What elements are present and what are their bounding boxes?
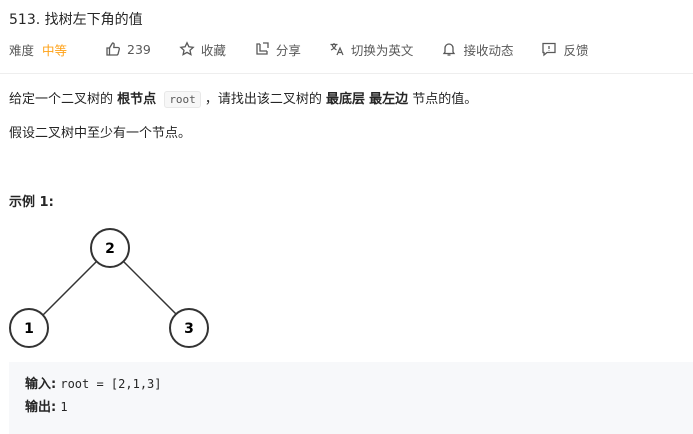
switch-language-button[interactable]: 切换为英文: [329, 40, 414, 59]
desc-bold-root-node: 根节点: [117, 92, 157, 107]
example-output-line: 输出: 1: [25, 400, 68, 415]
feedback-button[interactable]: 反馈: [541, 40, 588, 59]
star-icon: [179, 41, 195, 57]
notify-label: 接收动态: [463, 42, 514, 58]
switch-language-label: 切换为英文: [350, 42, 414, 58]
output-value: 1: [60, 400, 68, 414]
desc-text: 节点的值。: [412, 92, 478, 107]
thumbs-up-icon: [105, 41, 121, 57]
like-button[interactable]: 239: [105, 41, 151, 57]
difficulty-label: 难度: [9, 42, 35, 58]
desc-bold-bottom-level: 最底层: [325, 92, 365, 107]
feedback-label: 反馈: [563, 42, 589, 58]
share-label: 分享: [275, 42, 301, 58]
translate-icon: [329, 41, 345, 57]
desc-text: 给定一个二叉树的: [9, 92, 114, 107]
inline-code-root: root: [164, 91, 201, 108]
bell-icon: [441, 41, 457, 57]
binary-tree-diagram: 2 1 3: [9, 228, 209, 348]
meta-divider: [0, 73, 693, 74]
desc-bold-leftmost: 最左边: [369, 92, 409, 107]
tree-edge: [123, 261, 178, 316]
input-value: root = [2,1,3]: [60, 377, 162, 391]
output-label: 输出: [25, 400, 52, 415]
example-title: 示例 1:: [9, 195, 54, 210]
share-icon: [254, 41, 270, 57]
share-button[interactable]: 分享: [254, 40, 301, 59]
description-paragraph-2: 假设二叉树中至少有一个节点。: [9, 126, 192, 141]
difficulty-value: 中等: [42, 42, 68, 58]
favorite-button[interactable]: 收藏: [179, 40, 226, 59]
problem-meta-bar: 难度 中等 239 收藏 分享 切换为英文 接收动态 反馈: [9, 40, 588, 58]
favorite-label: 收藏: [200, 42, 226, 58]
problem-title: 513. 找树左下角的值: [9, 12, 143, 28]
tree-node-label: 1: [24, 321, 34, 337]
feedback-icon: [541, 41, 557, 57]
like-count: 239: [127, 41, 151, 57]
input-label: 输入: [25, 377, 52, 392]
tree-edge: [42, 261, 97, 316]
tree-node-label: 2: [105, 241, 115, 257]
tree-node-label: 3: [184, 321, 194, 337]
desc-text: ，请找出该二叉树的: [204, 92, 322, 107]
example-io-box: 输入: root = [2,1,3] 输出: 1: [9, 362, 693, 434]
example-input-line: 输入: root = [2,1,3]: [25, 377, 162, 392]
description-paragraph-1: 给定一个二叉树的 根节点 root ，请找出该二叉树的 最底层 最左边 节点的值。: [9, 90, 477, 110]
notify-button[interactable]: 接收动态: [441, 40, 513, 59]
